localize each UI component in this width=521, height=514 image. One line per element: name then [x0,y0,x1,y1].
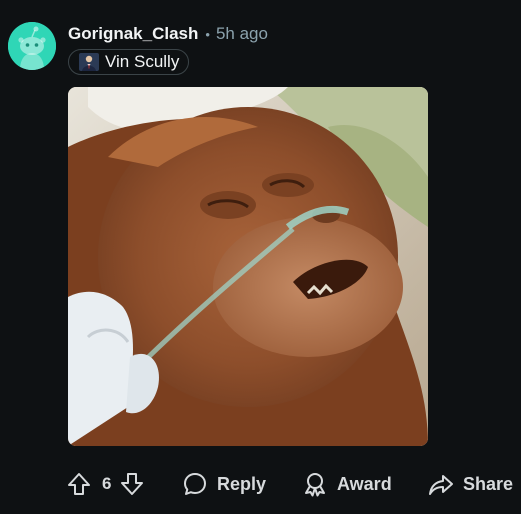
comment-actions-bar: 6 Reply Award Share [60,463,520,505]
comment-image[interactable] [68,87,428,446]
award-icon [305,473,325,497]
reply-button[interactable]: Reply [182,463,266,505]
comment-timestamp[interactable]: 5h ago [216,24,268,44]
downvote-icon[interactable] [119,471,145,497]
comment-header: Gorignak_Clash • 5h ago [68,23,268,45]
reply-bubble-icon [184,473,206,495]
award-label: Award [337,473,392,494]
flair-label: Vin Scully [105,52,180,71]
vote-count: 6 [102,474,112,493]
meta-separator: • [205,26,210,42]
user-avatar[interactable] [8,22,56,70]
snoo-avatar-icon [8,22,56,70]
flair-portrait-icon [79,53,99,71]
upvote-icon[interactable] [66,471,92,497]
username-link[interactable]: Gorignak_Clash [68,24,198,44]
reply-label: Reply [217,473,267,494]
share-label: Share [463,473,514,494]
share-arrow-icon [429,475,453,495]
user-flair: Vin Scully [68,49,190,75]
vote-group: 6 [66,463,145,505]
award-button[interactable]: Award [302,463,392,505]
share-button[interactable]: Share [428,463,513,505]
orangutan-photo-icon [68,87,428,446]
comment-card: Gorignak_Clash • 5h ago Vin Scully 6 Rep… [0,0,521,514]
